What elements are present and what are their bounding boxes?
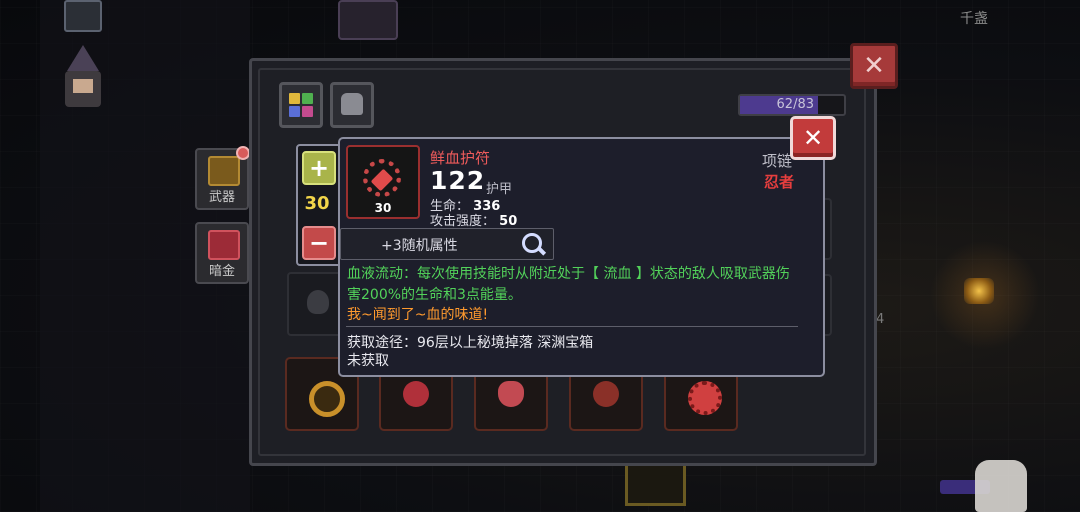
gold-amulet-icon bbox=[309, 381, 345, 417]
tab-pet[interactable] bbox=[330, 82, 374, 128]
random-attribute-label: +3随机属性 bbox=[381, 238, 458, 254]
close-icon: ✕ bbox=[802, 124, 824, 152]
item-level: 30 bbox=[374, 201, 392, 215]
plus-icon: + bbox=[308, 154, 330, 182]
item-power-value: 122 bbox=[430, 166, 486, 195]
witch-character bbox=[55, 45, 115, 115]
city-label: 千盏 bbox=[960, 11, 988, 27]
background-number: 4 bbox=[876, 312, 885, 327]
upgrade-count: 30 bbox=[304, 193, 330, 214]
item-icon-box: 30 bbox=[346, 145, 420, 219]
crate-icon bbox=[625, 460, 686, 506]
item-description: 血液流动：每次使用技能时从附近处于【 流血 】状态的敌人吸取武器伤害200%的生… bbox=[347, 266, 790, 303]
door-icon bbox=[338, 0, 398, 40]
magnifier-handle bbox=[536, 246, 547, 256]
close-icon: ✕ bbox=[863, 51, 885, 81]
ruby-ring-icon bbox=[688, 381, 722, 415]
tab-equipment[interactable] bbox=[279, 82, 323, 128]
item-name: 鲜血护符 bbox=[430, 149, 491, 167]
pet-cat-icon bbox=[341, 93, 363, 115]
stat-value: 50 bbox=[499, 214, 518, 229]
lantern-icon bbox=[964, 278, 994, 304]
xp-text: 62/83 bbox=[776, 97, 814, 112]
sidebar-item-dark-gold[interactable]: 暗金 bbox=[195, 222, 249, 284]
item-class: 忍者 bbox=[764, 173, 795, 191]
sidebar-item-label: 暗金 bbox=[208, 264, 235, 279]
close-panel-button[interactable]: ✕ bbox=[850, 43, 898, 89]
item-source: 获取途径：96层以上秘境掉落 深渊宝箱 bbox=[347, 335, 594, 351]
upgrade-minus-button[interactable]: − bbox=[302, 226, 336, 260]
xp-bar: 62/83 bbox=[738, 94, 846, 116]
item-flavor-text: 我~闻到了~血的味道! bbox=[347, 307, 489, 323]
monitor-icon bbox=[64, 0, 102, 32]
sidebar-item-label: 武器 bbox=[208, 190, 235, 205]
minus-icon: − bbox=[308, 229, 330, 257]
dark-necklace-icon bbox=[593, 381, 619, 407]
item-type: 项链 bbox=[762, 152, 793, 170]
item-status: 未获取 bbox=[347, 353, 389, 369]
random-attribute-row[interactable]: +3随机属性 bbox=[340, 228, 554, 260]
necklace-silhouette-icon bbox=[307, 290, 329, 314]
red-pendant-icon bbox=[403, 381, 429, 407]
close-tooltip-button[interactable]: ✕ bbox=[790, 116, 836, 160]
white-cat-character bbox=[975, 460, 1027, 512]
heart-necklace-icon bbox=[498, 381, 524, 407]
divider bbox=[346, 326, 798, 327]
color-grid-icon bbox=[289, 93, 313, 117]
upgrade-plus-button[interactable]: + bbox=[302, 151, 336, 185]
weapon-crate-icon bbox=[208, 156, 240, 186]
stat-label: 攻击强度： bbox=[430, 214, 496, 229]
stat-attack: 攻击强度： 50 bbox=[430, 210, 517, 229]
dark-gold-chest-icon bbox=[208, 230, 240, 260]
